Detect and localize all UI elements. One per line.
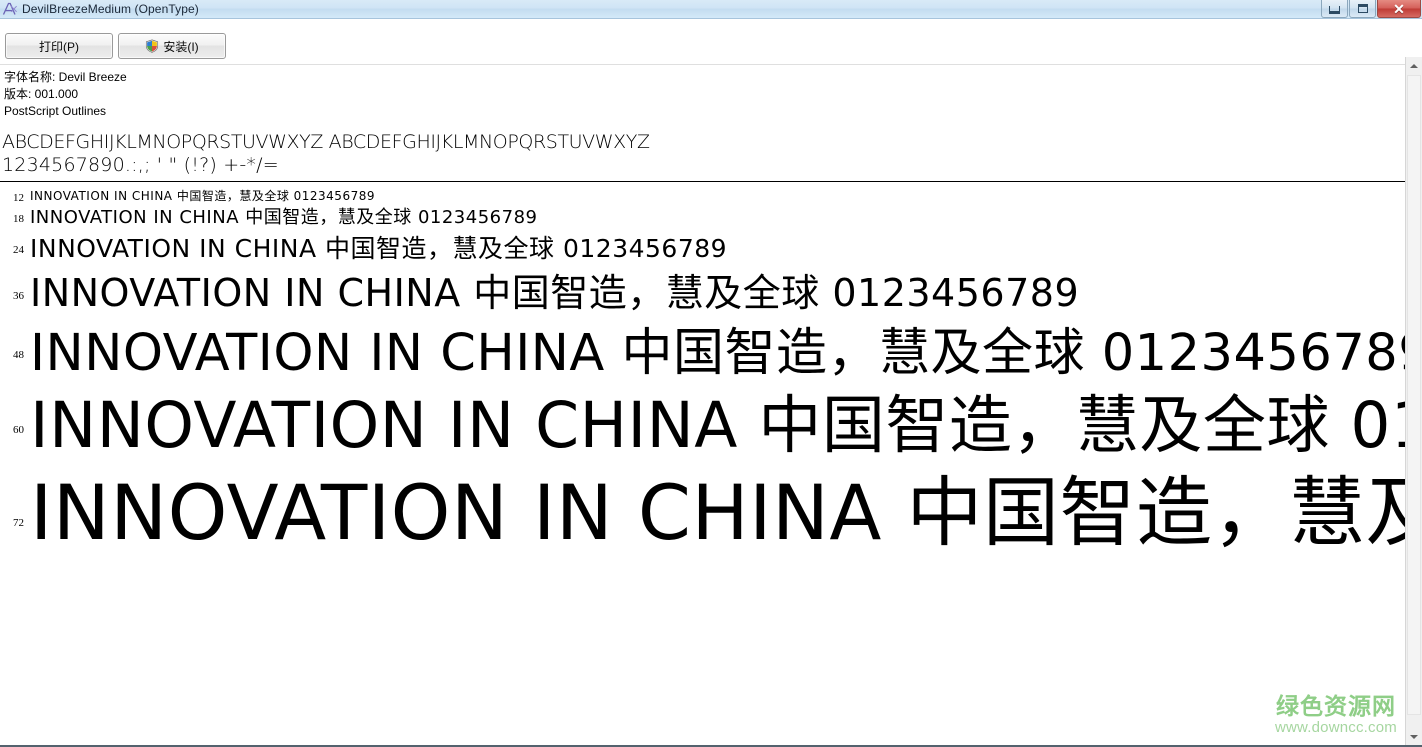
- scrollbar-thumb[interactable]: [1407, 75, 1421, 715]
- close-button[interactable]: ✕: [1377, 0, 1421, 18]
- font-version-line: 版本: 001.000: [4, 87, 79, 101]
- title-bar: DevilBreezeMedium (OpenType) ✕: [0, 0, 1422, 19]
- scroll-up-button[interactable]: [1406, 57, 1422, 74]
- size-label: 48: [13, 349, 24, 361]
- window-title: DevilBreezeMedium (OpenType): [22, 1, 199, 16]
- sample-text: INNOVATION IN CHINA 中国智造，慧及全球 0123456789: [30, 189, 375, 203]
- size-label: 60: [13, 424, 24, 436]
- font-file-icon: [2, 2, 17, 15]
- font-name-line: 字体名称: Devil Breeze: [4, 70, 127, 84]
- install-button[interactable]: 安装(I): [118, 33, 226, 59]
- toolbar: 打印(P) 安装(I): [0, 20, 1422, 65]
- size-samples-list: 12 INNOVATION IN CHINA 中国智造，慧及全球 0123456…: [0, 182, 1422, 682]
- watermark-site-name: 绿色资源网: [1275, 693, 1396, 719]
- maximize-icon: [1357, 4, 1368, 13]
- glyph-set-block: ABCDEFGHIJKLMNOPQRSTUVWXYZ ABCDEFGHIJKLM…: [2, 131, 1402, 177]
- font-outline-type-line: PostScript Outlines: [4, 104, 107, 118]
- print-button-label: 打印(P): [39, 39, 79, 54]
- maximize-button[interactable]: [1349, 0, 1376, 18]
- minimize-button[interactable]: [1321, 0, 1348, 18]
- font-preview-window: DevilBreezeMedium (OpenType) ✕ 打印(P) 安装(…: [0, 0, 1422, 747]
- sample-text: INNOVATION IN CHINA 中国智造，慧及全球 0123456789: [30, 468, 1422, 557]
- sample-text: INNOVATION IN CHINA 中国智造，慧及全球 0123456789: [30, 271, 1080, 315]
- sample-text: INNOVATION IN CHINA 中国智造，慧及全球 0123456789: [30, 207, 538, 228]
- glyph-row-digits-punctuation: 1234567890.:,; ' " (!?) +-*/=: [2, 154, 279, 176]
- print-button[interactable]: 打印(P): [5, 33, 113, 59]
- glyph-row-alphabet: ABCDEFGHIJKLMNOPQRSTUVWXYZ ABCDEFGHIJKLM…: [2, 131, 650, 153]
- size-label: 18: [13, 213, 24, 225]
- sample-text: INNOVATION IN CHINA 中国智造，慧及全球 0123456789: [30, 234, 728, 263]
- size-label: 72: [13, 517, 24, 529]
- scroll-down-button[interactable]: [1406, 728, 1422, 745]
- sample-text: INNOVATION IN CHINA 中国智造，慧及全球 0123456789: [30, 324, 1422, 383]
- size-label: 36: [13, 290, 24, 302]
- close-icon: ✕: [1393, 0, 1405, 17]
- size-label: 24: [13, 244, 24, 256]
- scroll-down-arrow-icon: [1410, 734, 1418, 739]
- site-watermark: 绿色资源网 www.downcc.com: [1275, 693, 1397, 737]
- sample-text: INNOVATION IN CHINA 中国智造，慧及全球 0123456789: [30, 389, 1422, 462]
- watermark-site-url: www.downcc.com: [1274, 719, 1397, 736]
- font-info-block: 字体名称: Devil Breeze 版本: 001.000 PostScrip…: [4, 69, 904, 120]
- uac-shield-icon: [146, 39, 159, 53]
- caption-button-group: ✕: [1320, 0, 1421, 19]
- minimize-icon: [1329, 5, 1340, 14]
- vertical-scrollbar[interactable]: [1405, 57, 1422, 745]
- install-button-label: 安装(I): [163, 39, 199, 54]
- scroll-up-arrow-icon: [1410, 63, 1418, 68]
- size-label: 12: [13, 192, 24, 204]
